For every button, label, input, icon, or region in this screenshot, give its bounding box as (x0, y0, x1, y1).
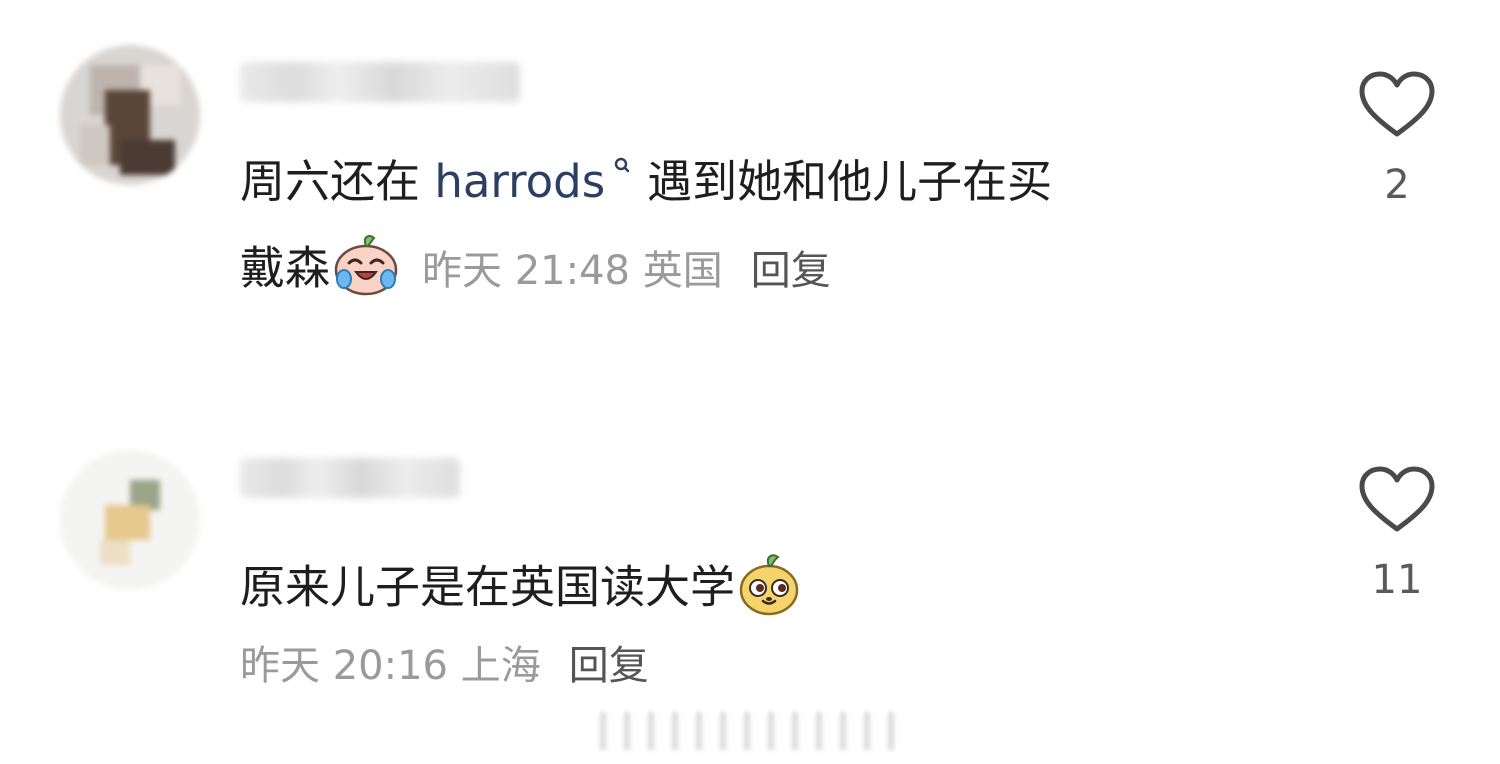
username-blurred[interactable] (240, 458, 460, 498)
timestamp-location: 昨天 21:48 英国 (422, 247, 723, 294)
comment-item: 原来儿子是在英国读大学 昨天 20:16 上海 回复 11 (0, 420, 1500, 720)
avatar[interactable] (60, 450, 200, 590)
harrods-link[interactable]: harrods (434, 155, 605, 208)
more-comments-indicator-blurred (600, 712, 896, 750)
like-control: 2 (1357, 70, 1437, 208)
username-blurred[interactable] (240, 62, 520, 102)
laughing-crying-face-icon (332, 232, 400, 311)
reply-button[interactable]: 回复 (569, 643, 649, 689)
like-count: 2 (1384, 162, 1410, 208)
comment-meta: 昨天 20:16 上海 回复 (240, 638, 649, 694)
comment-text: 周六还在 harrods 遇到她和他儿子在买 (240, 155, 1053, 208)
search-icon[interactable] (613, 156, 631, 180)
smug-face-icon (737, 550, 801, 631)
reply-button[interactable]: 回复 (751, 248, 831, 294)
timestamp-location: 昨天 20:16 上海 (240, 643, 541, 689)
comment-item: 周六还在 harrods 遇到她和他儿子在买 戴森 昨天 21:48 英国 回复 2 (0, 0, 1500, 340)
comment-text-line2: 戴森 昨天 21:48 英国 回复 (240, 232, 831, 311)
avatar[interactable] (60, 45, 200, 185)
like-control: 11 (1357, 465, 1437, 603)
heart-icon[interactable] (1357, 465, 1437, 535)
comment-text: 原来儿子是在英国读大学 (240, 550, 801, 631)
like-count: 11 (1371, 557, 1423, 603)
heart-icon[interactable] (1357, 70, 1437, 140)
